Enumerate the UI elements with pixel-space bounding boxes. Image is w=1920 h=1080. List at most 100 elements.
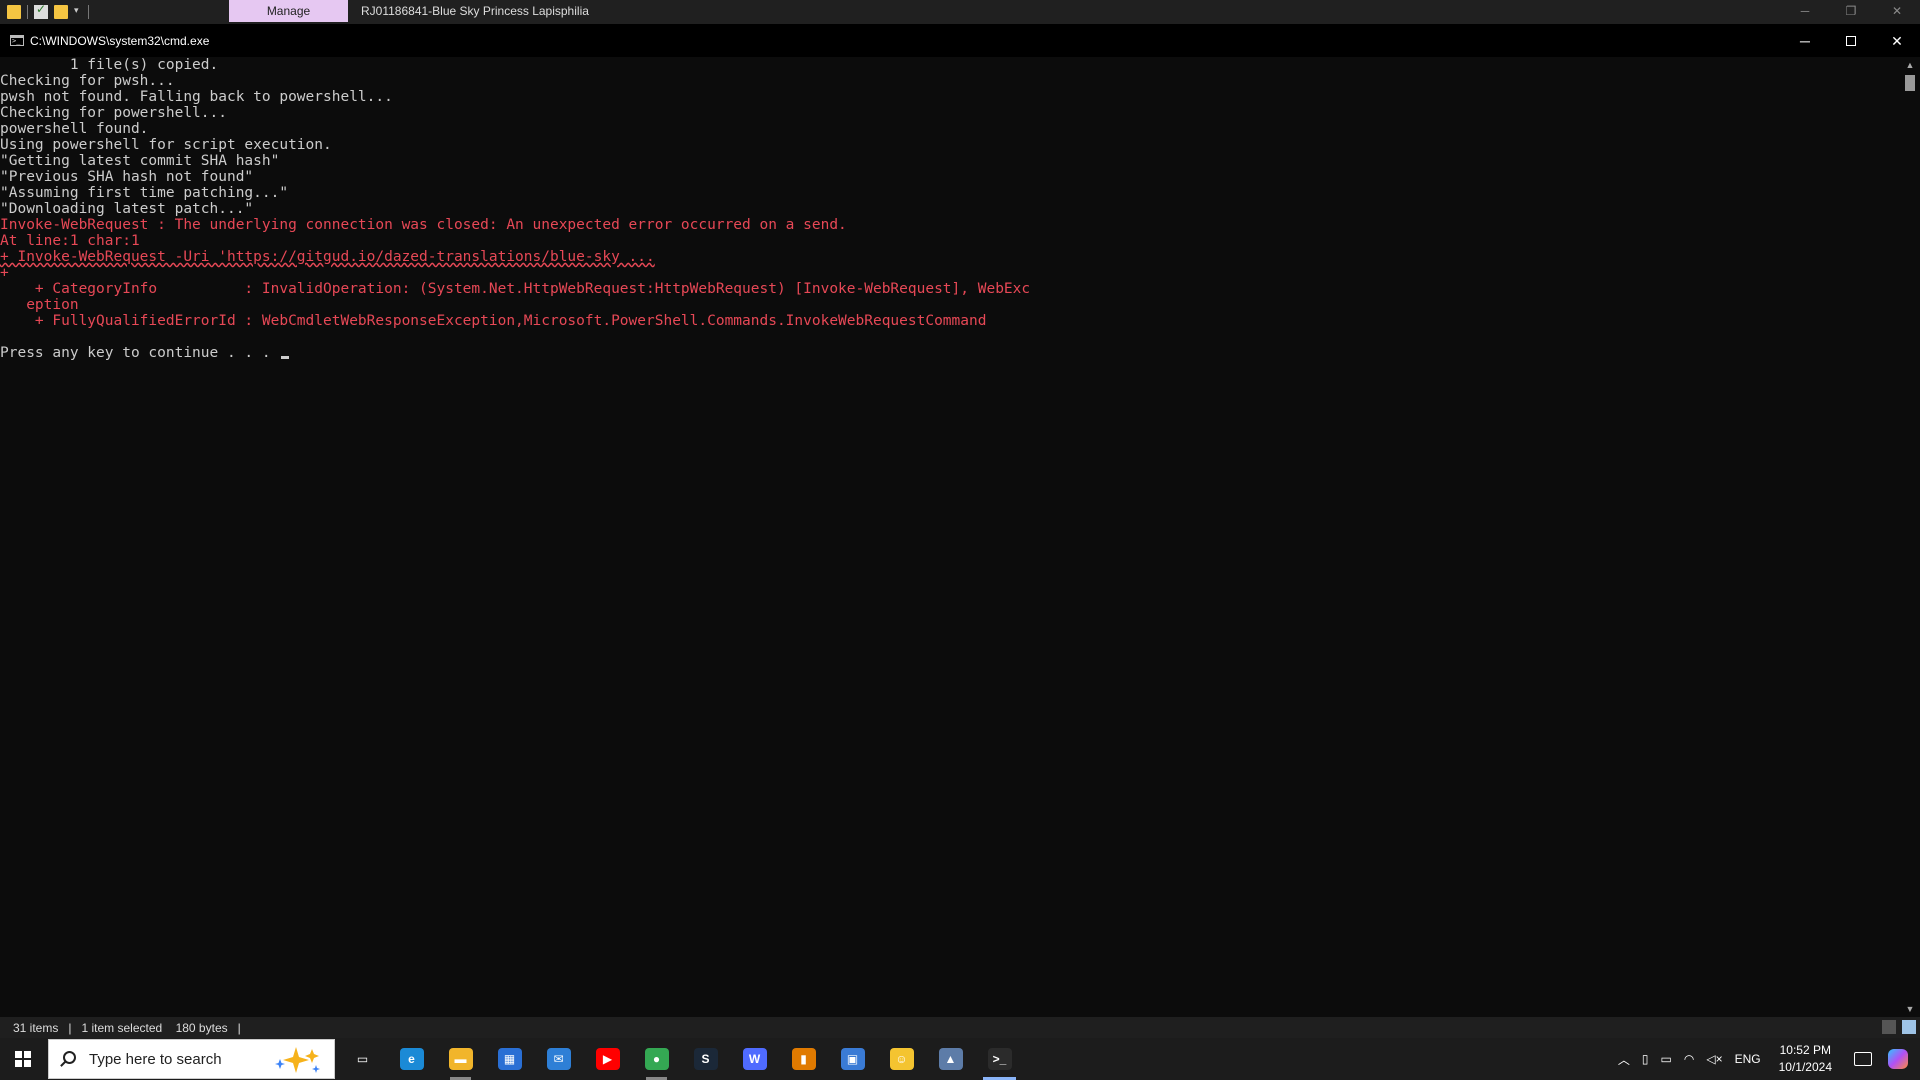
taskbar-app-edge[interactable]: e (387, 1038, 436, 1080)
restore-icon: ❐ (1845, 4, 1857, 18)
start-button[interactable] (0, 1038, 46, 1080)
copilot-icon[interactable] (1888, 1049, 1908, 1069)
maximize-icon (1846, 36, 1856, 46)
console-line: 1 file(s) copied. (0, 57, 1900, 73)
scrollbar-thumb[interactable] (1905, 75, 1915, 91)
console-line-text: Checking for powershell... (0, 105, 227, 121)
console-line: eption (0, 297, 1900, 313)
close-icon: ✕ (1891, 4, 1903, 18)
tab-manage[interactable]: Manage (229, 0, 348, 22)
notification-center-icon[interactable] (1854, 1052, 1872, 1066)
cmd-app-icon[interactable] (10, 35, 24, 46)
console-line-text: "Downloading latest patch..." (0, 201, 254, 217)
steam-icon: S (693, 1048, 718, 1070)
console-line: At line:1 char:1 (0, 233, 1900, 249)
chevron-down-icon[interactable]: ▾ (74, 5, 82, 19)
show-hidden-icons-chevron-icon[interactable]: ︿ (1612, 1051, 1636, 1068)
folder-icon[interactable] (7, 5, 21, 19)
divider: | (61, 1021, 79, 1035)
restore-button[interactable]: ❐ (1828, 0, 1874, 22)
quick-access-toolbar: ▾ (4, 2, 92, 21)
taskbar-app-app-window[interactable]: ▣ (828, 1038, 877, 1080)
app-purple-icon: W (742, 1048, 767, 1070)
console-line: "Getting latest commit SHA hash" (0, 153, 1900, 169)
cmd-window-title: C:\WINDOWS\system32\cmd.exe (30, 34, 210, 48)
taskbar-app-steam[interactable]: S (681, 1038, 730, 1080)
console-line: + (0, 265, 1900, 281)
console-scrollbar[interactable]: ▲ ▼ (1900, 57, 1920, 1017)
properties-icon[interactable] (34, 2, 48, 19)
battery-icon[interactable]: ▭ (1655, 1052, 1678, 1066)
console-line-text: eption (0, 297, 79, 313)
view-toggle (1882, 1020, 1916, 1034)
taskbar-app-photos[interactable]: ▲ (926, 1038, 975, 1080)
taskbar-app-mail[interactable]: ✉ (534, 1038, 583, 1080)
clock-date: 10/1/2024 (1778, 1060, 1832, 1074)
file-explorer-icon: ▬ (448, 1048, 473, 1070)
cmd-maximize-button[interactable] (1828, 25, 1874, 57)
taskbar-app-file-explorer[interactable]: ▬ (436, 1038, 485, 1080)
divider: | (230, 1021, 241, 1035)
cmd-title-bar[interactable]: C:\WINDOWS\system32\cmd.exe ─ ✕ (0, 25, 1920, 57)
youtube-icon: ▶ (595, 1048, 620, 1070)
large-icons-view-icon[interactable] (1902, 1020, 1916, 1034)
microsoft-store-icon: ▦ (497, 1048, 522, 1070)
mail-icon: ✉ (546, 1048, 571, 1070)
taskbar-search-box[interactable]: Type here to search (48, 1039, 335, 1079)
selected-size: 180 bytes (175, 1021, 228, 1035)
explorer-status-bar: 31 items | 1 item selected 180 bytes | (0, 1017, 1920, 1038)
taskbar: Type here to search ▭ e ▬ ▦ ✉ ▶ ● S W ▮ ▣ ☺ ▲ >_ ︿ ▯ … (0, 1038, 1920, 1080)
search-highlight-sparkle-icon[interactable] (268, 1045, 324, 1075)
taskbar-app-chrome[interactable]: ● (632, 1038, 681, 1080)
taskbar-app-app-yellow[interactable]: ☺ (877, 1038, 926, 1080)
console-output[interactable]: 1 file(s) copied. Checking for pwsh... pws… (0, 57, 1900, 1017)
taskbar-app-terminal[interactable]: >_ (975, 1038, 1024, 1080)
console-line: powershell found. (0, 121, 1900, 137)
cmd-window-controls: ─ ✕ (1782, 25, 1920, 57)
console-line-text: + FullyQualifiedErrorId : WebCmdletWebRe… (0, 313, 987, 329)
device-icon[interactable]: ▯ (1636, 1052, 1655, 1066)
console-line: pwsh not found. Falling back to powershe… (0, 89, 1900, 105)
chrome-icon: ● (644, 1048, 669, 1070)
console-line-text: pwsh not found. Falling back to powershe… (0, 89, 393, 105)
explorer-window-title: RJ01186841-Blue Sky Princess Lapisphilia (361, 4, 589, 18)
minimize-icon: ─ (1800, 33, 1810, 49)
clock[interactable]: 10:52 PM 10/1/2024 (1767, 1042, 1844, 1076)
language-indicator[interactable]: ENG (1729, 1052, 1767, 1066)
console-line-text: powershell found. (0, 121, 149, 137)
console-line: Invoke-WebRequest : The underlying conne… (0, 217, 1900, 233)
wifi-icon[interactable]: ◠ (1678, 1052, 1700, 1066)
console-line-text: Invoke-WebRequest : The underlying conne… (0, 217, 847, 233)
console-line-text: Checking for pwsh... (0, 73, 175, 89)
console-line-text: + (0, 265, 9, 281)
cmd-minimize-button[interactable]: ─ (1782, 25, 1828, 57)
console-line-text: Press any key to continue . . . (0, 345, 280, 361)
console-line: "Previous SHA hash not found" (0, 169, 1900, 185)
system-tray: ︿ ▯ ▭ ◠ ◁× ENG 10:52 PM 10/1/2024 (1612, 1038, 1920, 1080)
taskbar-app-microsoft-store[interactable]: ▦ (485, 1038, 534, 1080)
clock-time: 10:52 PM (1779, 1043, 1831, 1057)
taskbar-app-app-orange[interactable]: ▮ (779, 1038, 828, 1080)
taskbar-app-app-purple[interactable]: W (730, 1038, 779, 1080)
scroll-up-arrow-icon[interactable]: ▲ (1900, 57, 1920, 73)
close-icon: ✕ (1891, 32, 1903, 49)
taskbar-app-task-view[interactable]: ▭ (338, 1038, 387, 1080)
cmd-close-button[interactable]: ✕ (1874, 25, 1920, 57)
search-icon (63, 1051, 76, 1064)
close-button[interactable]: ✕ (1874, 0, 1920, 22)
new-folder-icon[interactable] (54, 5, 68, 19)
volume-muted-icon[interactable]: ◁× (1700, 1052, 1728, 1066)
minimize-button[interactable]: ─ (1782, 0, 1828, 22)
details-view-icon[interactable] (1882, 1020, 1896, 1034)
divider (27, 5, 28, 19)
console-line: "Assuming first time patching..." (0, 185, 1900, 201)
scroll-down-arrow-icon[interactable]: ▼ (1900, 1001, 1920, 1017)
console-line-text: + CategoryInfo : InvalidOperation: (Syst… (0, 281, 1031, 297)
edge-icon: e (399, 1048, 424, 1070)
console-line-text: + Invoke-WebRequest -Uri 'https://gitgud… (0, 249, 655, 265)
selected-count: 1 item selected (81, 1021, 163, 1035)
explorer-window-controls: ─ ❐ ✕ (1782, 0, 1920, 22)
taskbar-app-youtube[interactable]: ▶ (583, 1038, 632, 1080)
item-count: 31 items (13, 1021, 59, 1035)
